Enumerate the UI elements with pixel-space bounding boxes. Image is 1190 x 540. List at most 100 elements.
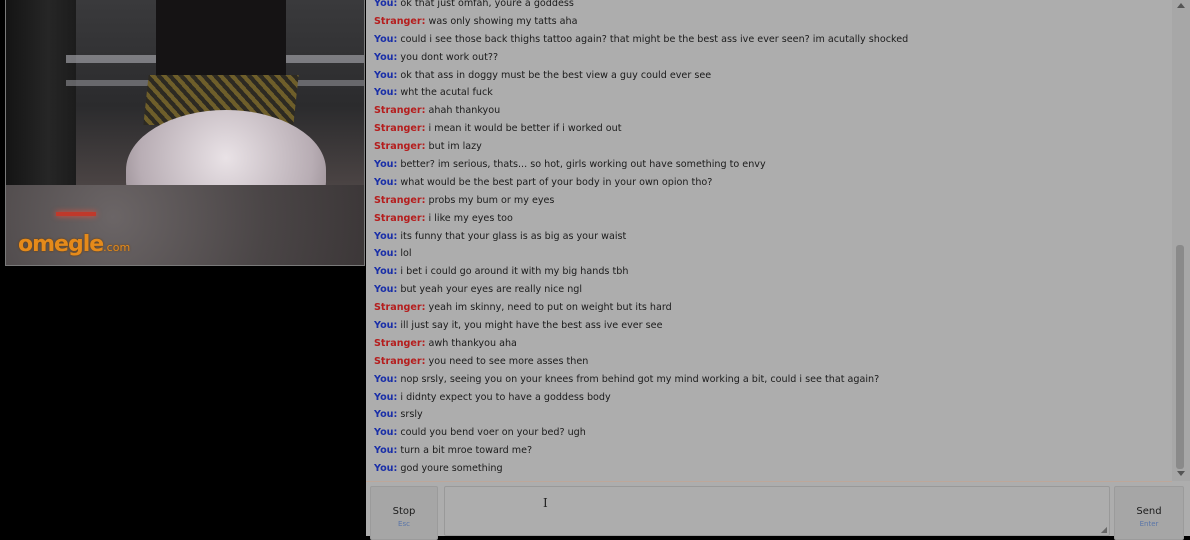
message-text: could i see those back thighs tattoo aga… <box>400 33 909 45</box>
message-sender: Stranger: <box>374 355 426 367</box>
message-sender: You: <box>374 230 398 242</box>
message-sender: You: <box>374 69 398 81</box>
message-text: you need to see more asses then <box>428 355 589 367</box>
message-sender: You: <box>374 176 398 188</box>
scroll-up-arrow-icon[interactable] <box>1177 3 1185 8</box>
remote-video: omegle.com <box>5 0 365 266</box>
send-button-shortcut: Enter <box>1139 520 1159 528</box>
chat-message: You: god youre something <box>374 460 908 478</box>
omegle-watermark-logo: omegle.com <box>18 232 130 257</box>
video-panel: omegle.com <box>0 0 366 536</box>
resize-handle-icon[interactable]: ◢ <box>1101 525 1107 534</box>
chat-scrollbar[interactable] <box>1172 0 1190 481</box>
message-text: i like my eyes too <box>428 212 513 224</box>
chat-message: You: turn a bit mroe toward me? <box>374 442 908 460</box>
message-sender: You: <box>374 320 398 332</box>
chat-message: You: i bet i could go around it with my … <box>374 263 908 281</box>
chat-message: Stranger: ahah thankyou <box>374 102 908 120</box>
chat-message: You: ok that ass in doggy must be the be… <box>374 67 908 85</box>
stop-button[interactable]: Stop Esc <box>370 486 438 540</box>
message-text: i bet i could go around it with my big h… <box>400 266 629 278</box>
message-text: its funny that your glass is as big as y… <box>400 230 627 242</box>
message-text: awh thankyou aha <box>428 337 517 349</box>
chat-controls: Stop Esc I ◢ Send Enter <box>366 484 1190 540</box>
message-text: wht the acutal fuck <box>400 87 493 99</box>
message-sender: You: <box>374 391 398 403</box>
message-text: i mean it would be better if i worked ou… <box>428 123 622 135</box>
chat-message: You: nop srsly, seeing you on your knees… <box>374 371 908 389</box>
message-text: what would be the best part of your body… <box>400 176 713 188</box>
message-sender: Stranger: <box>374 302 426 314</box>
message-text: i didnty expect you to have a goddess bo… <box>400 391 611 403</box>
message-text: ok that ass in doggy must be the best vi… <box>400 69 712 81</box>
chat-message: Stranger: i mean it would be better if i… <box>374 120 908 138</box>
send-button-label: Send <box>1136 506 1162 517</box>
message-sender: You: <box>374 0 398 9</box>
chat-message: Stranger: yeah im skinny, need to put on… <box>374 299 908 317</box>
message-sender: You: <box>374 284 398 296</box>
chat-area: You: ok that just omfah, youre a goddess… <box>366 0 1190 540</box>
chat-message: Stranger: probs my bum or my eyes <box>374 192 908 210</box>
scroll-down-arrow-icon[interactable] <box>1177 471 1185 476</box>
message-text: god youre something <box>400 463 503 475</box>
chat-message: You: better? im serious, thats... so hot… <box>374 156 908 174</box>
chat-message: Stranger: awh thankyou aha <box>374 335 908 353</box>
message-sender: Stranger: <box>374 123 426 135</box>
message-sender: You: <box>374 248 398 260</box>
chat-message: Stranger: you need to see more asses the… <box>374 353 908 371</box>
message-text: ok that just omfah, youre a goddess <box>400 0 574 9</box>
scrollbar-thumb[interactable] <box>1176 245 1184 469</box>
message-text: lol <box>400 248 412 260</box>
chat-message: Stranger: was only showing my tatts aha <box>374 13 908 31</box>
message-sender: Stranger: <box>374 141 426 153</box>
chat-message: You: ok that just omfah, youre a goddess <box>374 0 908 13</box>
send-button[interactable]: Send Enter <box>1114 486 1184 540</box>
message-text: better? im serious, thats... so hot, gir… <box>400 159 766 171</box>
chat-message: You: but yeah your eyes are really nice … <box>374 281 908 299</box>
chat-message: You: srsly <box>374 406 908 424</box>
message-sender: Stranger: <box>374 194 426 206</box>
message-sender: Stranger: <box>374 105 426 117</box>
message-text: ahah thankyou <box>428 105 501 117</box>
chat-message: You: its funny that your glass is as big… <box>374 228 908 246</box>
message-sender: You: <box>374 373 398 385</box>
message-input[interactable]: I ◢ <box>444 486 1110 536</box>
chat-message: You: i didnty expect you to have a godde… <box>374 389 908 407</box>
chat-message: Stranger: i like my eyes too <box>374 210 908 228</box>
message-text: but yeah your eyes are really nice ngl <box>400 284 583 296</box>
watermark-main: omegle <box>18 232 104 257</box>
stop-button-label: Stop <box>392 506 416 517</box>
message-text: yeah im skinny, need to put on weight bu… <box>428 302 672 314</box>
text-cursor-icon: I <box>543 496 548 510</box>
chat-log[interactable]: You: ok that just omfah, youre a goddess… <box>366 0 1172 482</box>
chat-message: You: ill just say it, you might have the… <box>374 317 908 335</box>
chat-log-messages: You: ok that just omfah, youre a goddess… <box>374 0 908 478</box>
chat-message: You: could you bend voer on your bed? ug… <box>374 424 908 442</box>
message-text: srsly <box>400 409 423 421</box>
message-text: turn a bit mroe toward me? <box>400 445 533 457</box>
message-sender: You: <box>374 87 398 99</box>
message-text: you dont work out?? <box>400 51 499 63</box>
message-sender: Stranger: <box>374 212 426 224</box>
message-sender: Stranger: <box>374 337 426 349</box>
message-text: nop srsly, seeing you on your knees from… <box>400 373 880 385</box>
video-subject <box>156 0 286 80</box>
chat-message: You: could i see those back thighs tatto… <box>374 31 908 49</box>
message-text: probs my bum or my eyes <box>428 194 555 206</box>
chat-message: You: what would be the best part of your… <box>374 174 908 192</box>
message-text: ill just say it, you might have the best… <box>400 320 663 332</box>
video-background <box>56 212 96 216</box>
message-sender: You: <box>374 445 398 457</box>
message-text: but im lazy <box>428 141 482 153</box>
message-sender: You: <box>374 463 398 475</box>
chat-message: You: you dont work out?? <box>374 49 908 67</box>
chat-message: You: lol <box>374 245 908 263</box>
message-sender: You: <box>374 51 398 63</box>
message-sender: You: <box>374 33 398 45</box>
watermark-suffix: .com <box>103 241 131 254</box>
message-sender: You: <box>374 427 398 439</box>
chat-message: Stranger: but im lazy <box>374 138 908 156</box>
message-sender: Stranger: <box>374 15 426 27</box>
message-sender: You: <box>374 159 398 171</box>
message-sender: You: <box>374 266 398 278</box>
